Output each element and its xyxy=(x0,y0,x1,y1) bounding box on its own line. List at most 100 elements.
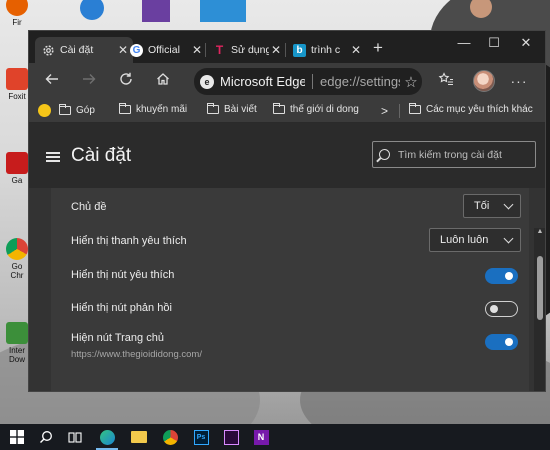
photoshop-icon: Ps xyxy=(193,429,209,445)
close-icon[interactable]: ✕ xyxy=(349,43,363,57)
settings-header: Cài đặt Tìm kiếm trong cài đặt xyxy=(29,124,545,188)
bing-icon: b xyxy=(293,43,306,57)
close-window-button[interactable]: ✕ xyxy=(511,33,541,53)
back-button[interactable] xyxy=(42,71,62,91)
setting-label-theme: Chủ đề xyxy=(71,201,107,213)
gear-icon xyxy=(42,44,55,57)
desktop-icon-label: Foxit xyxy=(8,92,26,101)
home-button-toggle[interactable] xyxy=(485,334,518,350)
setting-label-favorites-button: Hiển thị nút yêu thích xyxy=(71,269,175,281)
folder-icon xyxy=(131,431,147,443)
dropdown-value: Tối xyxy=(474,200,490,212)
dropdown-value: Luôn luôn xyxy=(440,234,489,246)
search-placeholder: Tìm kiếm trong cài đặt xyxy=(398,148,502,161)
settings-scrollbar[interactable]: ▲ xyxy=(534,228,545,391)
more-menu-button[interactable]: ··· xyxy=(509,71,529,91)
garena-icon xyxy=(6,152,28,174)
add-favorite-icon[interactable]: ☆ xyxy=(400,73,422,91)
toggle-knob xyxy=(490,305,498,313)
taskbar-chrome[interactable] xyxy=(155,424,185,450)
url-text: edge://settings/appearance xyxy=(320,74,400,89)
taskbar-onenote[interactable]: N xyxy=(246,424,276,450)
task-view-icon xyxy=(67,431,82,443)
minimize-button[interactable]: — xyxy=(449,33,479,53)
desktop-icon-label: Go Chr xyxy=(10,262,24,280)
start-button[interactable] xyxy=(2,424,32,450)
xanh-desktop-icon[interactable] xyxy=(200,0,246,22)
favorites-bar-dropdown[interactable]: Luôn luôn xyxy=(429,228,521,252)
google-icon: G xyxy=(130,43,143,57)
favorite-label: thế giới di dong xyxy=(290,104,359,115)
favorites-list-icon xyxy=(438,72,453,86)
ellipsis-icon: ··· xyxy=(510,73,528,89)
forward-button[interactable] xyxy=(79,71,99,91)
feedback-button-toggle[interactable] xyxy=(485,301,518,317)
close-icon[interactable]: ✕ xyxy=(190,43,204,57)
settings-search-input[interactable]: Tìm kiếm trong cài đặt xyxy=(372,141,536,168)
browser-toolbar: e Microsoft Edge edge://settings/appeara… xyxy=(29,63,545,99)
tab-strip: Cài đặt ✕ G Official ✕ T Sử dụng ✕ b trì… xyxy=(29,31,545,63)
lightning-icon xyxy=(38,104,51,117)
taskbar-photoshop[interactable]: Ps xyxy=(186,424,216,450)
setting-label-favorites-bar: Hiển thị thanh yêu thích xyxy=(71,235,187,247)
maximize-button[interactable]: ☐ xyxy=(479,33,509,53)
favorite-label: Bài viết xyxy=(224,104,257,115)
onenote-icon: N xyxy=(253,429,269,445)
setting-label-home-button: Hiện nút Trang chủ xyxy=(71,332,164,344)
new-tab-button[interactable]: + xyxy=(369,38,387,58)
tab-settings[interactable]: Cài đặt ✕ xyxy=(35,37,133,63)
firefox-desktop-icon[interactable]: Fir xyxy=(2,0,32,27)
favorites-button[interactable] xyxy=(436,71,456,91)
premiere-icon xyxy=(223,429,239,445)
taskbar-premiere[interactable] xyxy=(216,424,246,450)
chrome-icon xyxy=(162,429,178,445)
firefox-icon xyxy=(6,0,28,16)
favorite-item-bai-viet[interactable]: Bài viết xyxy=(207,103,257,115)
refresh-icon xyxy=(120,72,132,85)
desktop-icon-label: Ga xyxy=(11,176,23,185)
site-identity: Microsoft Edge xyxy=(220,74,305,89)
chevron-down-icon xyxy=(503,233,514,243)
address-bar[interactable]: e Microsoft Edge edge://settings/appeara… xyxy=(194,68,422,95)
tab-trinh[interactable]: b trình c ✕ xyxy=(286,37,366,63)
favorite-item-khuyen-mai[interactable]: khuyến mãi xyxy=(119,103,188,115)
home-button-url: https://www.thegioididong.com/ xyxy=(71,349,202,360)
task-view-button[interactable] xyxy=(60,424,90,450)
back-arrow-icon xyxy=(45,74,58,84)
search-icon xyxy=(40,431,52,443)
favorite-label: Góp xyxy=(76,105,95,116)
scroll-up-icon[interactable]: ▲ xyxy=(536,228,544,236)
toggle-knob xyxy=(505,338,513,346)
taskbar-file-explorer[interactable] xyxy=(124,424,154,450)
favorite-item-gop[interactable]: Góp xyxy=(38,104,95,117)
gift-desktop-icon[interactable] xyxy=(142,0,170,22)
settings-page: Cài đặt Tìm kiếm trong cài đặt Chủ đề Tố… xyxy=(29,124,545,391)
taskbar-edge[interactable] xyxy=(92,424,122,450)
favorites-overflow-button[interactable]: > xyxy=(381,104,388,118)
forward-arrow-icon xyxy=(83,74,96,84)
tab-label: trình c xyxy=(311,44,341,56)
tab-su-dung[interactable]: T Sử dụng ✕ xyxy=(206,37,286,63)
address-divider xyxy=(312,74,313,89)
profile-avatar[interactable] xyxy=(473,70,495,92)
folder-icon xyxy=(207,103,219,114)
windows-logo-icon xyxy=(10,430,24,444)
edge-legacy-desktop-icon[interactable] xyxy=(80,0,104,20)
chevron-down-icon xyxy=(503,199,514,209)
search-button[interactable] xyxy=(31,424,61,450)
edge-logo-icon: e xyxy=(200,74,214,89)
home-button[interactable] xyxy=(153,71,173,91)
other-favorites-folder[interactable]: Các mục yêu thích khác xyxy=(409,103,533,115)
favorite-label: khuyến mãi xyxy=(136,104,188,115)
menu-icon[interactable] xyxy=(46,152,60,162)
close-icon[interactable]: ✕ xyxy=(269,43,283,57)
scroll-thumb[interactable] xyxy=(537,256,543,320)
tab-official[interactable]: G Official ✕ xyxy=(123,37,207,63)
tab-label: Sử dụng xyxy=(231,44,269,56)
favorite-item-the-gioi-di-dong[interactable]: thế giới di dong xyxy=(273,103,359,115)
favorites-button-toggle[interactable] xyxy=(485,268,518,284)
folder-icon xyxy=(119,103,131,114)
theme-dropdown[interactable]: Tối xyxy=(463,194,521,218)
refresh-button[interactable] xyxy=(116,71,136,91)
folder-icon xyxy=(273,103,285,114)
